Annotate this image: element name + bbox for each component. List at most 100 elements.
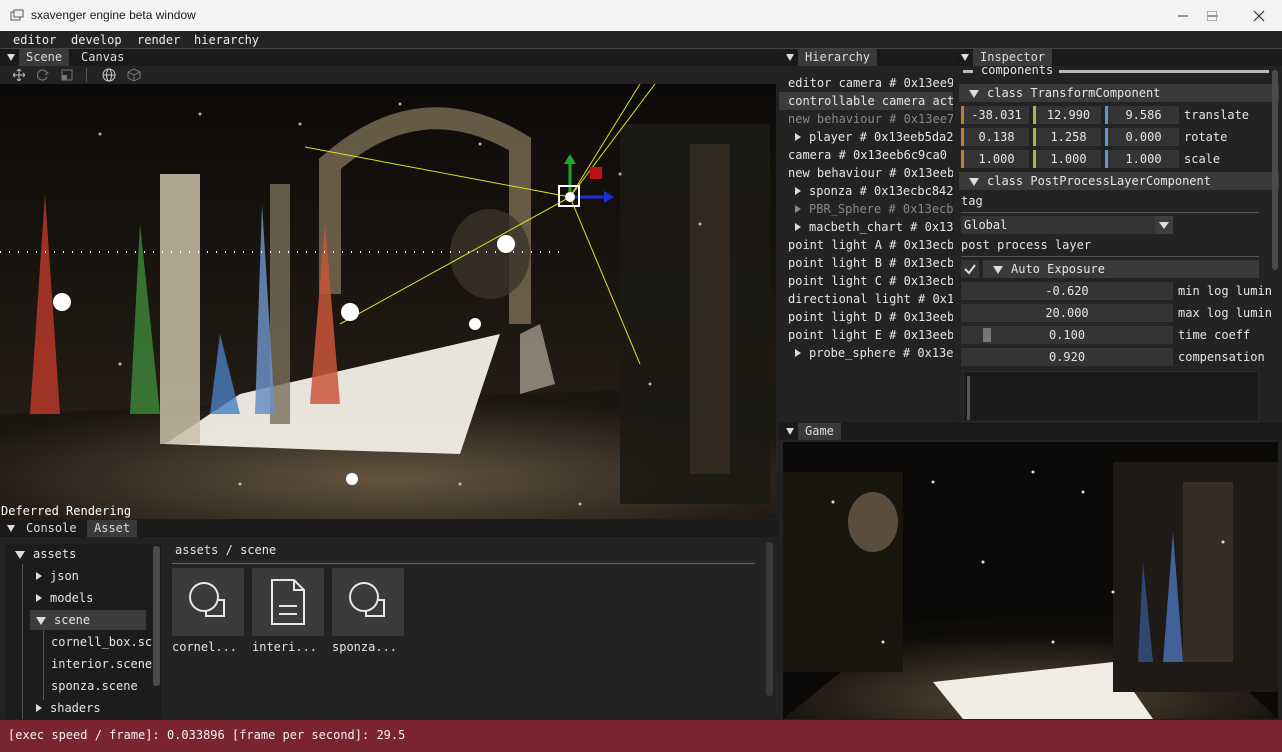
panel-menu-icon[interactable] bbox=[7, 525, 15, 532]
scene-overlay-label: Deferred Rendering bbox=[1, 504, 132, 518]
menu-hierarchy[interactable]: hierarchy bbox=[194, 33, 259, 47]
hierarchy-item[interactable]: PBR_Sphere # 0x13ecbc bbox=[779, 200, 953, 218]
menu-render[interactable]: render bbox=[137, 33, 180, 47]
postprocess-component-header[interactable]: class PostProcessLayerComponent bbox=[959, 172, 1279, 190]
tab-canvas[interactable]: Canvas bbox=[74, 49, 131, 66]
max-log-luminance-label: max log lumin bbox=[1178, 306, 1272, 320]
scale-y-field[interactable]: 1.000 bbox=[1033, 150, 1101, 168]
rotate-tool-icon[interactable] bbox=[37, 69, 49, 81]
asset-file-card[interactable] bbox=[332, 568, 404, 636]
bottom-tab-bar: Console Asset bbox=[0, 520, 778, 537]
breadcrumb-root[interactable]: assets bbox=[175, 543, 218, 557]
translate-x-field[interactable]: -38.031 bbox=[961, 106, 1029, 124]
hierarchy-item[interactable]: camera # 0x13eeb6c9ca0 bbox=[779, 146, 953, 164]
scale-x-field[interactable]: 1.000 bbox=[961, 150, 1029, 168]
tree-root[interactable]: assets bbox=[15, 544, 76, 564]
tree-folder-json[interactable]: json bbox=[36, 566, 79, 586]
expand-arrow-icon[interactable] bbox=[795, 133, 801, 141]
expand-arrow-icon[interactable] bbox=[795, 205, 801, 213]
auto-exposure-checkbox[interactable] bbox=[961, 260, 979, 278]
compensation-field[interactable]: 0.920 bbox=[961, 348, 1173, 366]
hierarchy-item[interactable]: probe_sphere # 0x13ee bbox=[779, 344, 953, 362]
move-tool-icon[interactable] bbox=[13, 69, 25, 81]
panel-menu-icon[interactable] bbox=[786, 428, 794, 435]
rotate-x-field[interactable]: 0.138 bbox=[961, 128, 1029, 146]
expand-arrow-icon bbox=[36, 704, 42, 712]
hierarchy-item[interactable]: point light D # 0x13eeba bbox=[779, 308, 953, 326]
asset-file-card[interactable] bbox=[252, 568, 324, 636]
transform-component-header[interactable]: class TransformComponent bbox=[959, 84, 1279, 102]
collapse-arrow-icon bbox=[969, 178, 979, 186]
minimize-icon bbox=[1178, 15, 1188, 16]
scale-label: scale bbox=[1184, 152, 1221, 166]
tree-file[interactable]: interior.scene bbox=[51, 654, 152, 674]
hierarchy-tab-bar: Hierarchy bbox=[779, 49, 953, 66]
hierarchy-item[interactable]: player # 0x13eeb5da27 bbox=[779, 128, 953, 146]
browser-scrollbar[interactable] bbox=[766, 542, 773, 696]
tree-file[interactable]: sponza.scene bbox=[51, 676, 138, 696]
cube-icon[interactable] bbox=[127, 68, 141, 82]
tree-folder-shaders[interactable]: shaders bbox=[36, 698, 101, 718]
scene-tab-bar: Scene Canvas bbox=[0, 49, 778, 66]
rotate-y-field[interactable]: 1.258 bbox=[1033, 128, 1101, 146]
hierarchy-item[interactable]: editor camera # 0x13ee9c bbox=[779, 74, 953, 92]
hierarchy-item-selected[interactable]: controllable camera acto bbox=[779, 92, 953, 110]
hierarchy-item[interactable]: point light E # 0x13eeba bbox=[779, 326, 953, 344]
expand-arrow-icon[interactable] bbox=[795, 187, 801, 195]
tab-asset[interactable]: Asset bbox=[87, 520, 138, 537]
tab-scene[interactable]: Scene bbox=[19, 49, 70, 66]
dropdown-arrow-button[interactable] bbox=[1155, 216, 1173, 234]
asset-file-name: interi... bbox=[252, 640, 318, 654]
hierarchy-item[interactable]: new behaviour # 0x13eeb6 bbox=[779, 164, 953, 182]
inspector-scrollbar[interactable] bbox=[1272, 70, 1278, 270]
maximize-button[interactable] bbox=[1189, 0, 1235, 31]
tab-console[interactable]: Console bbox=[19, 520, 84, 537]
divider bbox=[961, 256, 1259, 257]
hierarchy-item[interactable]: point light A # 0x13ecbc bbox=[779, 236, 953, 254]
time-coeff-slider[interactable]: 0.100 bbox=[961, 326, 1173, 344]
expand-arrow-icon[interactable] bbox=[795, 223, 801, 231]
tree-guide bbox=[22, 564, 23, 719]
translate-y-field[interactable]: 12.990 bbox=[1033, 106, 1101, 124]
min-log-luminance-field[interactable]: -0.620 bbox=[961, 282, 1173, 300]
hierarchy-item[interactable]: point light C # 0x13ecbc bbox=[779, 272, 953, 290]
hierarchy-item[interactable]: new behaviour # 0x13ee71 bbox=[779, 110, 953, 128]
rotate-z-field[interactable]: 0.000 bbox=[1105, 128, 1179, 146]
game-viewport[interactable] bbox=[783, 442, 1278, 719]
scene-panel: Scene Canvas Deferred Rendering bbox=[0, 49, 778, 519]
slider-grab[interactable] bbox=[983, 328, 991, 342]
panel-menu-icon[interactable] bbox=[786, 54, 794, 61]
breadcrumb-current[interactable]: scene bbox=[240, 543, 276, 557]
expand-arrow-icon bbox=[36, 594, 42, 602]
tree-folder-models[interactable]: models bbox=[36, 588, 93, 608]
panel-menu-icon[interactable] bbox=[7, 54, 15, 61]
inspector-panel: Inspector components class TransformComp… bbox=[954, 49, 1282, 422]
scale-z-field[interactable]: 1.000 bbox=[1105, 150, 1179, 168]
hierarchy-item[interactable]: macbeth_chart # 0x13e bbox=[779, 218, 953, 236]
tree-folder-scene[interactable]: scene bbox=[30, 610, 146, 630]
hierarchy-item[interactable]: sponza # 0x13ecbc8424 bbox=[779, 182, 953, 200]
close-button[interactable] bbox=[1236, 0, 1282, 31]
hierarchy-item[interactable]: point light B # 0x13ecbc bbox=[779, 254, 953, 272]
expand-arrow-icon[interactable] bbox=[795, 349, 801, 357]
max-log-luminance-field[interactable]: 20.000 bbox=[961, 304, 1173, 322]
menu-editor[interactable]: editor bbox=[13, 33, 56, 47]
collapse-marker bbox=[963, 70, 973, 73]
asset-file-card[interactable] bbox=[172, 568, 244, 636]
breadcrumb: assets / scene bbox=[175, 543, 276, 557]
tree-file[interactable]: cornell_box.sc bbox=[51, 632, 152, 652]
scale-tool-icon[interactable] bbox=[61, 69, 73, 81]
tab-game[interactable]: Game bbox=[798, 423, 841, 440]
scene-viewport[interactable] bbox=[0, 84, 776, 519]
tag-dropdown[interactable]: Global bbox=[961, 216, 1173, 234]
panel-menu-icon[interactable] bbox=[961, 54, 969, 61]
auto-exposure-header[interactable]: Auto Exposure bbox=[983, 260, 1259, 278]
menu-develop[interactable]: develop bbox=[71, 33, 122, 47]
translate-z-field[interactable]: 9.586 bbox=[1105, 106, 1179, 124]
collapse-arrow-icon bbox=[969, 90, 979, 98]
asset-tree: assets json models scene cornell_box.sc … bbox=[6, 544, 161, 719]
tab-hierarchy[interactable]: Hierarchy bbox=[798, 49, 878, 66]
globe-icon[interactable] bbox=[102, 68, 116, 82]
hierarchy-item[interactable]: directional light # 0x13 bbox=[779, 290, 953, 308]
tree-scrollbar[interactable] bbox=[153, 546, 160, 686]
